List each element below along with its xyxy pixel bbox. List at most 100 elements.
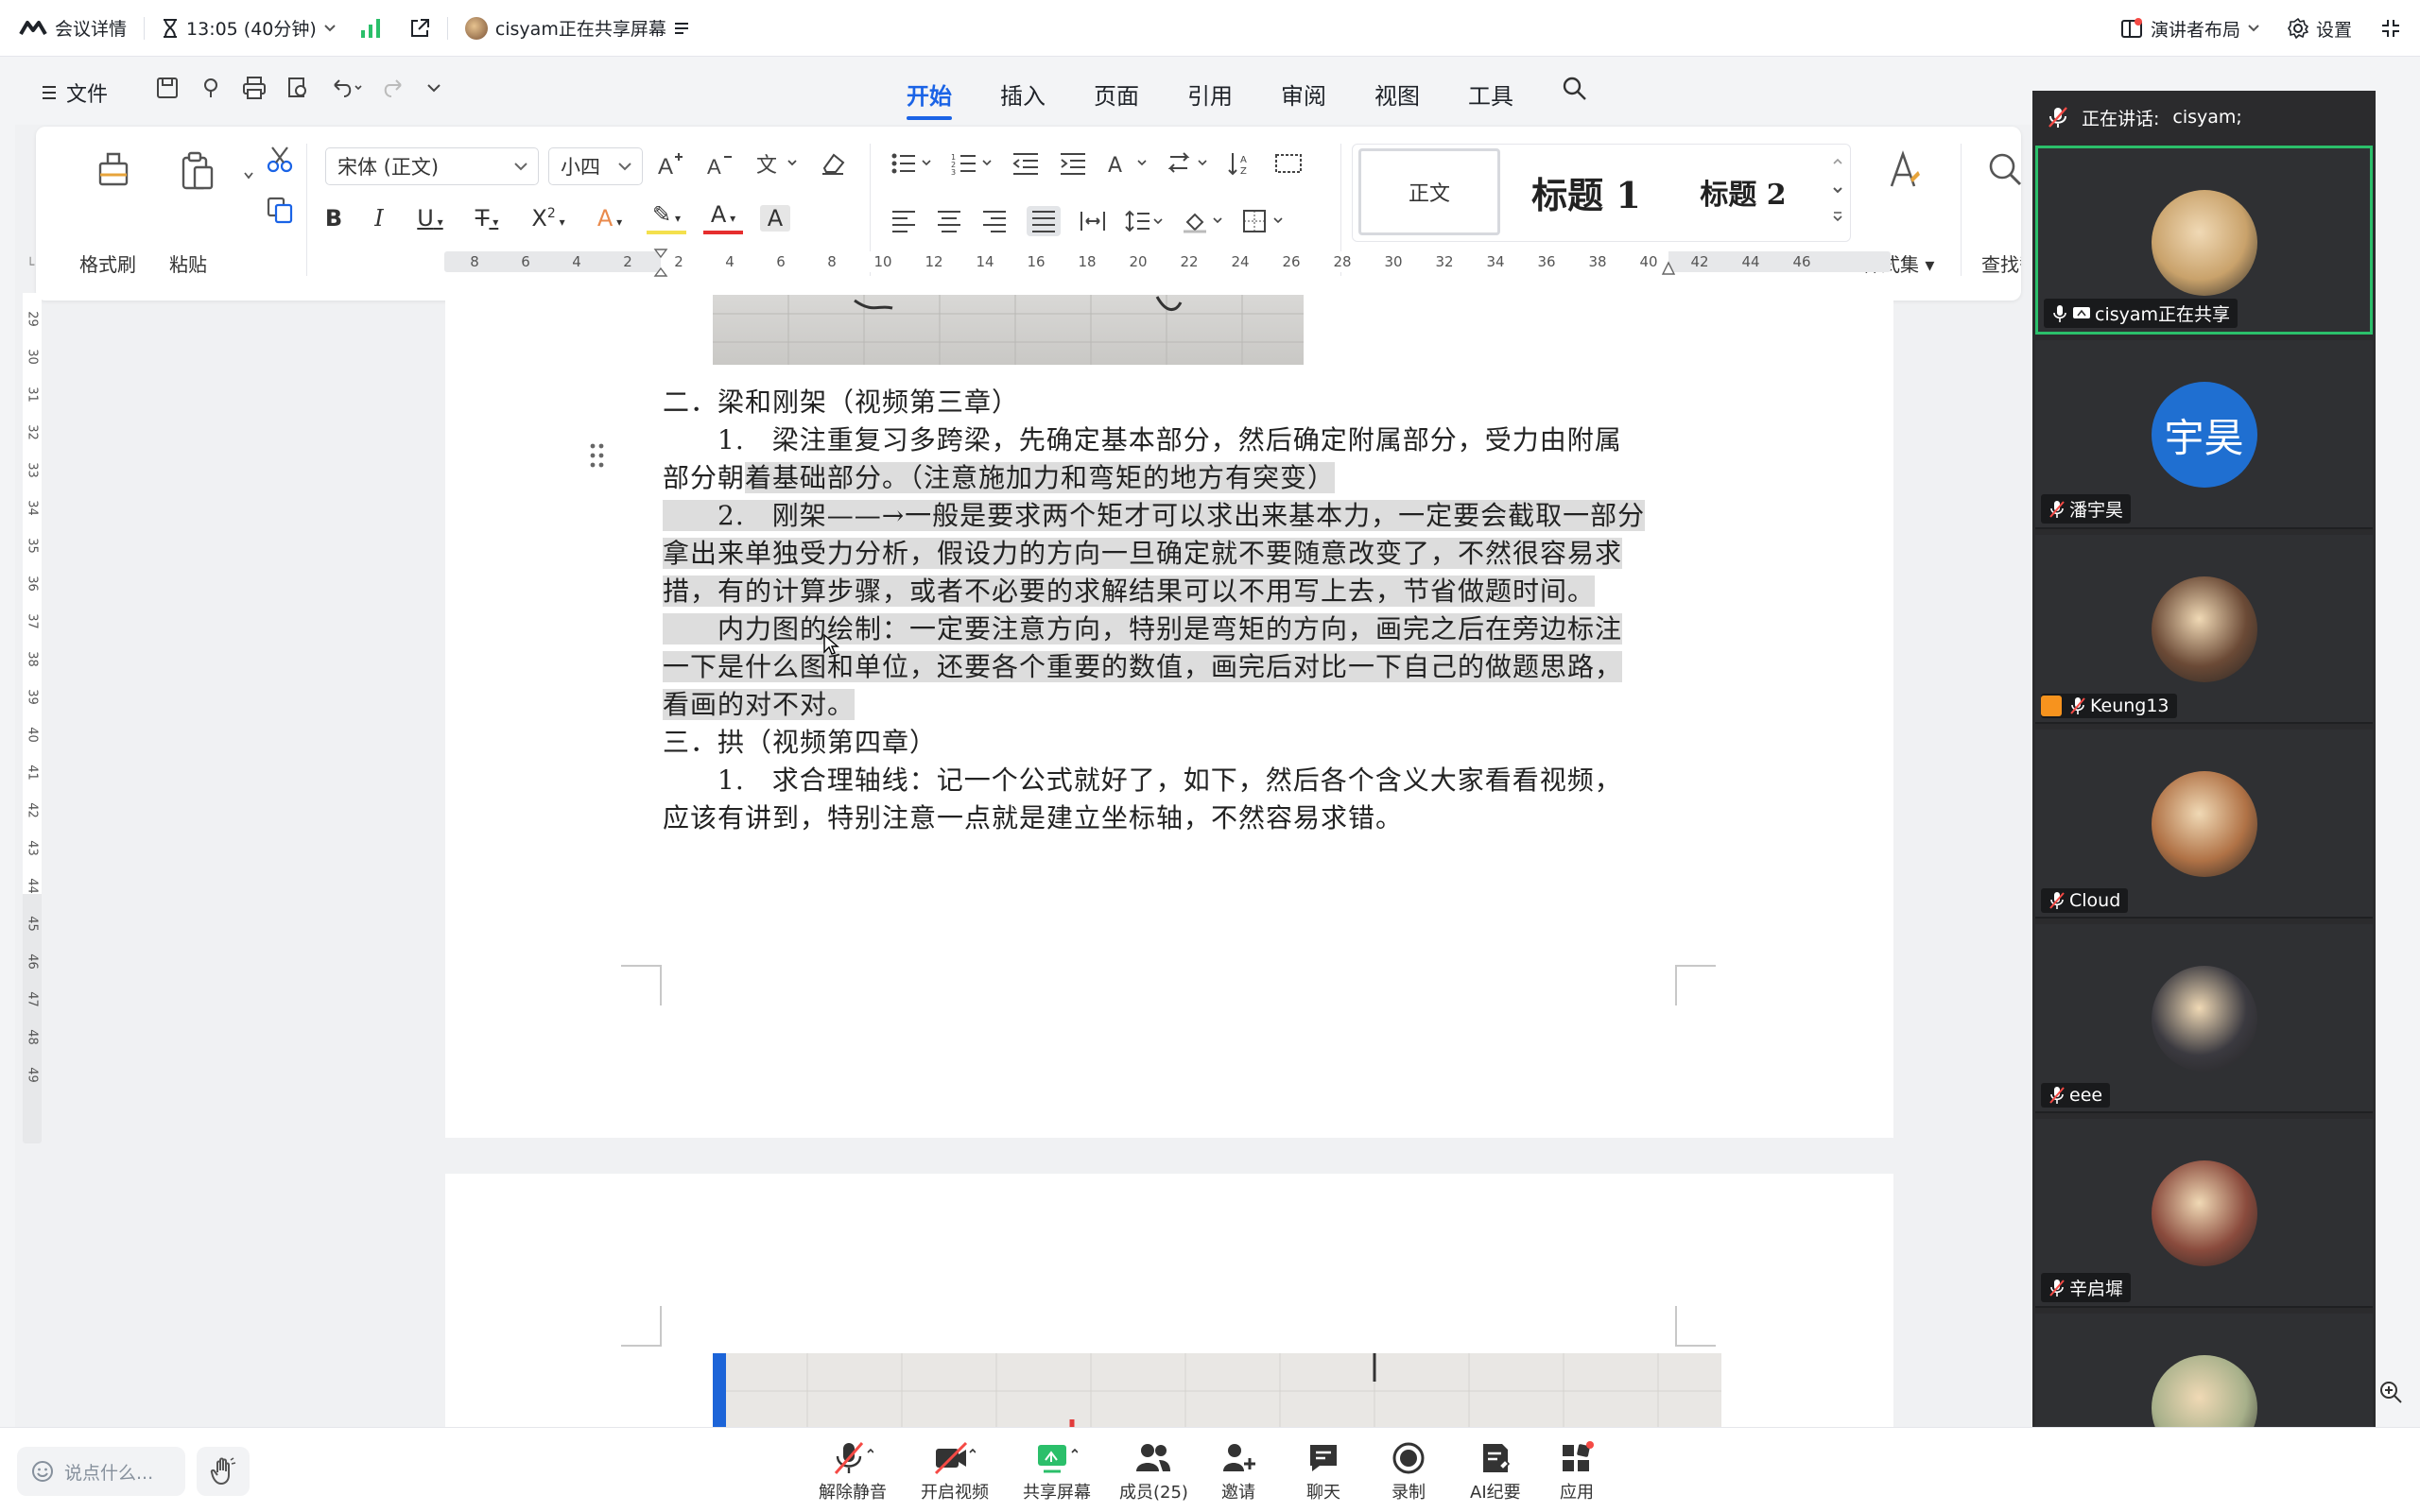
- tab-review[interactable]: 审阅: [1281, 77, 1326, 111]
- meeting-timer[interactable]: 13:05 (40分钟): [162, 0, 336, 56]
- format-painter-icon[interactable]: [85, 147, 142, 195]
- style-heading-2[interactable]: 标题 2: [1672, 148, 1814, 235]
- document-paragraph-line[interactable]: 二．梁和刚架（视频第三章）: [663, 384, 1019, 421]
- sort-icon[interactable]: AZ: [1227, 151, 1255, 176]
- strikethrough-icon[interactable]: T ▾: [467, 205, 507, 232]
- indent-marker-icon[interactable]: [653, 248, 668, 278]
- font-name-select[interactable]: 宋体 (正文): [325, 147, 539, 185]
- tab-tools[interactable]: 工具: [1468, 77, 1513, 111]
- right-indent-marker-icon[interactable]: [1661, 257, 1676, 276]
- paste-icon[interactable]: [168, 147, 225, 195]
- chat-button[interactable]: 聊天: [1306, 1441, 1340, 1503]
- zoom-in-icon[interactable]: [2378, 1380, 2403, 1404]
- document-paragraph-line[interactable]: 看画的对不对。: [663, 686, 856, 724]
- file-menu[interactable]: 文件: [42, 77, 108, 108]
- bullet-list-icon[interactable]: [890, 151, 932, 176]
- document-paragraph-line[interactable]: 内力图的绘制：一定要注意方向，特别是弯矩的方向，画完之后在旁边标注: [663, 610, 1623, 648]
- text-direction-icon[interactable]: [1167, 151, 1208, 176]
- horizontal-ruler[interactable]: 8 6 4 2 2 4 6 8 10 12 14 16 18 20 22 24 26 28 30 32 34 36 38 40…: [444, 249, 1891, 277]
- print-preview-icon[interactable]: [285, 76, 310, 100]
- chevron-down-icon[interactable]: [244, 172, 253, 180]
- apps-button[interactable]: 应用: [1560, 1441, 1594, 1503]
- document-paragraph-line[interactable]: 1. 求合理轴线：记一个公式就好了，如下，然后各个含义大家看看视频，: [663, 762, 1622, 799]
- numbered-list-icon[interactable]: 123: [951, 151, 993, 176]
- participant-tile[interactable]: 辛启墀: [2035, 1119, 2373, 1308]
- paste-label[interactable]: 粘贴: [169, 249, 207, 277]
- redo-icon[interactable]: [382, 76, 406, 100]
- drag-handle-icon[interactable]: [589, 442, 606, 469]
- tab-insert[interactable]: 插入: [1000, 77, 1046, 111]
- align-right-icon[interactable]: [981, 210, 1008, 232]
- tab-references[interactable]: 引用: [1187, 77, 1233, 111]
- document-paragraph-line[interactable]: 措，有的计算步骤，或者不必要的求解结果可以不用写上去，节省做题时间。: [663, 573, 1596, 610]
- clear-format-icon[interactable]: [819, 149, 847, 178]
- increase-font-icon[interactable]: A: [656, 149, 684, 178]
- cut-icon[interactable]: [265, 144, 295, 174]
- document-paragraph-line[interactable]: 三．拱（视频第四章）: [663, 724, 937, 762]
- chinese-layout-icon[interactable]: A: [1106, 151, 1148, 176]
- print-icon[interactable]: [242, 76, 267, 100]
- search-icon[interactable]: [1562, 76, 1588, 102]
- document-page[interactable]: [445, 1174, 1893, 1427]
- distribute-icon[interactable]: [1080, 210, 1106, 232]
- vertical-ruler[interactable]: 29 30 31 32 33 34 35 36 37 38 39 40 41 42 43 44 45 46 47 48…: [23, 293, 42, 1143]
- style-set-icon[interactable]: [1875, 147, 1931, 195]
- shading-icon[interactable]: [1182, 209, 1223, 233]
- participant-tile[interactable]: 宇昊 潘宇昊: [2035, 340, 2373, 529]
- find-replace-label[interactable]: 查找替换: [1981, 249, 2021, 277]
- document-paragraph-line[interactable]: 1. 梁注重复习多跨梁，先确定基本部分，然后确定附属部分，受力由附属: [663, 421, 1622, 459]
- bold-icon[interactable]: B: [320, 205, 348, 232]
- decrease-indent-icon[interactable]: [1011, 151, 1040, 176]
- style-normal[interactable]: 正文: [1358, 148, 1500, 235]
- decrease-font-icon[interactable]: A: [705, 149, 734, 178]
- phonetic-guide-icon[interactable]: 文: [754, 149, 798, 178]
- borders-icon[interactable]: [1242, 209, 1284, 233]
- styles-scroll-icon[interactable]: [1831, 152, 1844, 235]
- highlight-icon[interactable]: ✎ ▾: [647, 202, 686, 234]
- invite-button[interactable]: 邀请: [1221, 1441, 1255, 1503]
- undo-icon[interactable]: [329, 76, 363, 100]
- increase-indent-icon[interactable]: [1059, 151, 1087, 176]
- document-paragraph-line[interactable]: 拿出来单独受力分析，假设力的方向一旦确定就不要随意改变了，不然很容易求: [663, 535, 1623, 573]
- show-marks-icon[interactable]: [1274, 151, 1303, 176]
- participant-tile[interactable]: eee: [2035, 924, 2373, 1113]
- document-paragraph-line[interactable]: 2. 刚架——→一般是要求两个矩才可以求出来基本力，一定要会截取一部分: [663, 497, 1646, 535]
- network-signal[interactable]: [360, 0, 381, 56]
- style-heading-1[interactable]: 标题 1: [1515, 148, 1657, 235]
- raise-hand-button[interactable]: [197, 1447, 250, 1496]
- exit-fullscreen-button[interactable]: [2380, 0, 2401, 57]
- document-paragraph-line[interactable]: 部分朝着基础部分。（注意施加力和弯矩的地方有突变）: [663, 459, 1336, 497]
- participant-tile[interactable]: Keung13: [2035, 535, 2373, 724]
- text-effect-icon[interactable]: A ▾: [590, 205, 630, 232]
- italic-icon[interactable]: I: [365, 205, 393, 232]
- find-replace-icon[interactable]: [1981, 147, 2029, 195]
- justify-button[interactable]: [1027, 206, 1061, 236]
- underline-icon[interactable]: U ▾: [410, 205, 450, 232]
- font-color-icon[interactable]: A ▾: [703, 202, 743, 234]
- presenter-layout-button[interactable]: 演讲者布局: [2120, 0, 2259, 57]
- members-button[interactable]: 成员(25): [1119, 1441, 1188, 1503]
- meeting-details-button[interactable]: 会议详情: [19, 0, 127, 56]
- copy-icon[interactable]: [265, 195, 295, 225]
- chat-input[interactable]: 说点什么...: [17, 1447, 185, 1496]
- format-painter-label[interactable]: 格式刷: [79, 249, 136, 277]
- share-screen-button[interactable]: 共享屏幕: [1023, 1441, 1091, 1503]
- unmute-button[interactable]: 解除静音: [819, 1441, 887, 1503]
- save-icon[interactable]: [155, 76, 180, 100]
- align-center-icon[interactable]: [936, 210, 962, 232]
- superscript-icon[interactable]: X2 ▾: [524, 205, 573, 232]
- screen-share-indicator[interactable]: cisyam正在共享屏幕: [464, 0, 689, 56]
- record-button[interactable]: 录制: [1392, 1441, 1426, 1503]
- settings-button[interactable]: 设置: [2288, 0, 2352, 57]
- tab-page[interactable]: 页面: [1094, 77, 1139, 111]
- document-paragraph-line[interactable]: 一下是什么图和单位，还要各个重要的数值，画完后对比一下自己的做题思路，: [663, 648, 1623, 686]
- font-size-select[interactable]: 小四: [548, 147, 643, 185]
- participant-tile[interactable]: cisyam正在共享: [2035, 146, 2373, 335]
- line-spacing-icon[interactable]: [1125, 210, 1163, 232]
- document-page[interactable]: 二．梁和刚架（视频第三章） 1. 梁注重复习多跨梁，先确定基本部分，然后确定附属…: [445, 295, 1893, 1138]
- align-left-icon[interactable]: [890, 210, 917, 232]
- participant-tile[interactable]: Cloud: [2035, 730, 2373, 919]
- document-paragraph-line[interactable]: 应该有讲到，特别注意一点就是建立坐标轴，不然容易求错。: [663, 799, 1403, 837]
- popout-button[interactable]: [409, 0, 430, 56]
- export-pdf-icon[interactable]: [199, 76, 223, 100]
